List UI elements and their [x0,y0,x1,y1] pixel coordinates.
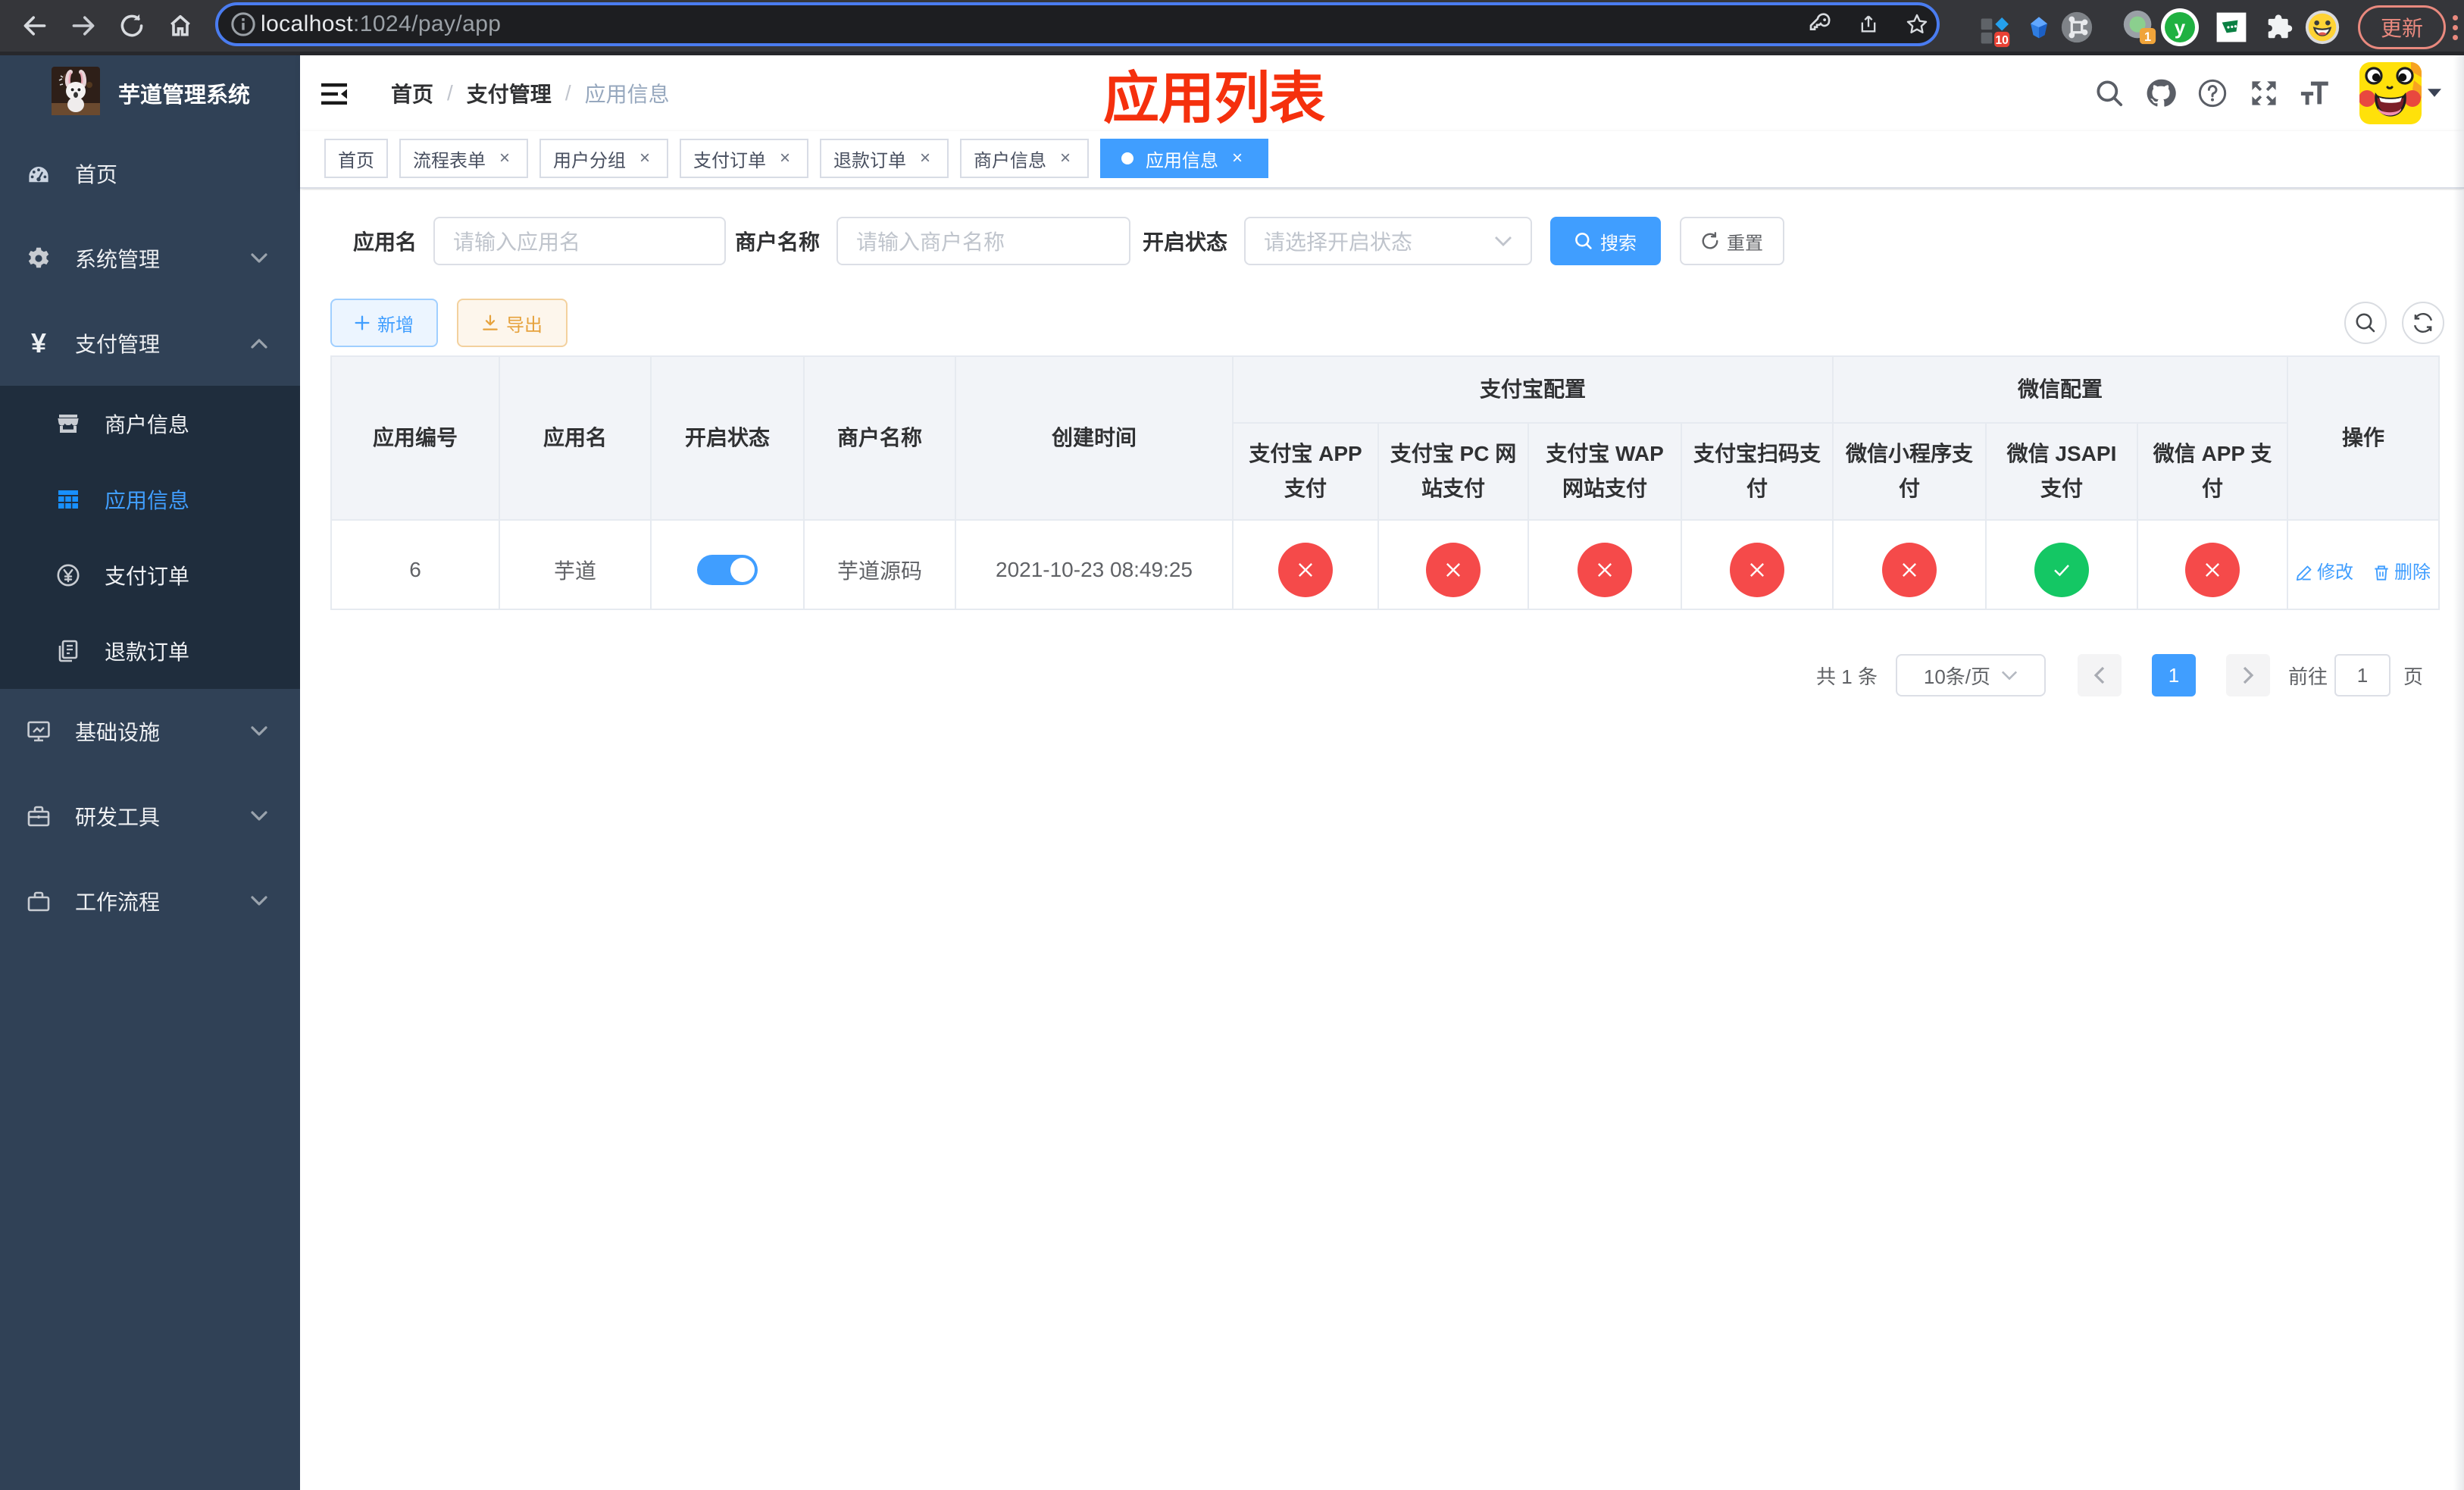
svg-text:y: y [2175,16,2186,39]
svg-text:1: 1 [2144,30,2151,44]
svg-text:10: 10 [1996,34,2009,47]
